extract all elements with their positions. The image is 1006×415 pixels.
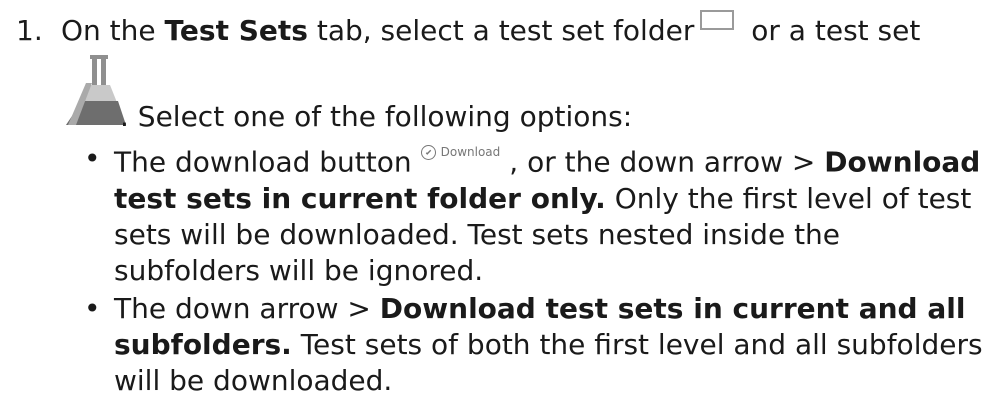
- bullet-marker: •: [84, 292, 101, 325]
- step-text-a: On the: [61, 14, 165, 47]
- option-download-all-subfolders: The down arrow > Download test sets in c…: [114, 291, 994, 399]
- option-1-text-a: The download button: [114, 145, 412, 179]
- step-text-c: or a test set: [742, 14, 921, 47]
- download-button-label: Download: [440, 145, 501, 159]
- folder-icon: [700, 10, 735, 30]
- test-sets-tab-name: Test Sets: [164, 14, 308, 47]
- step-text-b: tab, select a test set folder: [307, 14, 695, 47]
- instruction-document: 1. On the Test Sets tab, select a test s…: [0, 0, 1006, 415]
- step-line-1: On the Test Sets tab, select a test set …: [61, 10, 920, 52]
- step-number: 1.: [16, 14, 43, 47]
- download-icon: [420, 144, 436, 160]
- flask-icon: [66, 55, 126, 125]
- bullet-marker: •: [84, 142, 101, 175]
- step-line-2: . Select one of the following options:: [120, 100, 633, 133]
- option-2-text-a: The down arrow >: [114, 292, 380, 325]
- option-1-text-b: , or the down arrow >: [509, 145, 825, 179]
- option-download-current-folder: The download button Download , or the down…: [114, 141, 994, 289]
- download-button[interactable]: Download: [416, 141, 506, 163]
